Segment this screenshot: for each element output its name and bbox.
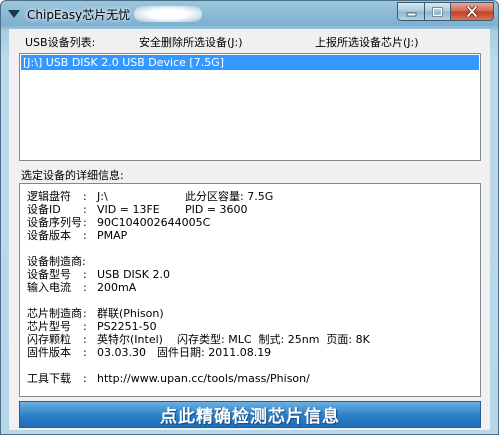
device-list-item[interactable]: [J:\] USB DISK 2.0 USB Device [7.5G] [21,55,479,70]
detail-device-id: 设备ID: VID = 13FE PID = 3600 [27,203,248,216]
device-list[interactable]: [J:\] USB DISK 2.0 USB Device [7.5G] [19,53,481,161]
device-toolbar: USB设备列表: 安全删除所选设备(J:) 上报所选设备芯片(J:) [9,29,490,51]
maximize-button[interactable] [424,2,450,21]
detail-current: 输入电流:200mA [27,281,137,294]
minimize-icon [406,12,416,16]
title-blur [134,6,203,22]
detail-manufacturer: 设备制造商: [27,255,86,268]
title-bar[interactable]: ChipEasy芯片无忧 [1,1,498,27]
detail-chip-model: 芯片型号: PS2251-50 [27,320,157,333]
close-button[interactable] [450,2,494,21]
caption-buttons [397,2,494,21]
detail-model: 设备型号: USB DISK 2.0 [27,268,170,281]
details-label: 选定设备的详细信息: [21,169,124,182]
detect-chip-button[interactable]: 点此精确检测芯片信息 [19,401,481,428]
detail-drive-letter: 逻辑盘符: J:\ 此分区容量: 7.5G [27,190,274,203]
tool-download-link[interactable]: http://www.upan.cc/tools/mass/Phison/ [97,372,310,385]
upload-chip-link[interactable]: 上报所选设备芯片(J:) [315,34,419,50]
details-panel: 逻辑盘符: J:\ 此分区容量: 7.5G 设备ID: VID = 13FE PID… [19,183,481,397]
detail-version: 设备版本: PMAP [27,229,128,242]
detail-flash: 闪存颗粒: 英特尔(Intel) 闪存类型: MLC 制式: 25nm 页面: 8… [27,333,370,346]
detail-chip-vendor: 芯片制造商: 群联(Phison) [27,307,164,320]
detail-tool-download: 工具下载: http://www.upan.cc/tools/mass/Phiso… [27,372,310,385]
close-icon [466,6,478,17]
detail-serial: 设备序列号: 90C104002644005C [27,216,211,229]
system-menu-icon[interactable] [7,7,21,21]
app-window: ChipEasy芯片无忧 USB设备列表: 安全删除所选设备(J:) 上报所选设… [0,0,499,435]
usb-list-label: USB设备列表: [25,36,96,49]
detail-partition-capacity: 此分区容量: 7.5G [185,190,274,203]
detail-firmware: 固件版本:03.03.30 固件日期: 2011.08.19 [27,346,272,359]
safe-remove-link[interactable]: 安全删除所选设备(J:) [139,34,243,50]
minimize-button[interactable] [397,2,424,21]
window-title: ChipEasy芯片无忧 [27,7,131,22]
maximize-icon [432,6,443,17]
client-area: USB设备列表: 安全删除所选设备(J:) 上报所选设备芯片(J:) [J:\]… [9,29,490,430]
